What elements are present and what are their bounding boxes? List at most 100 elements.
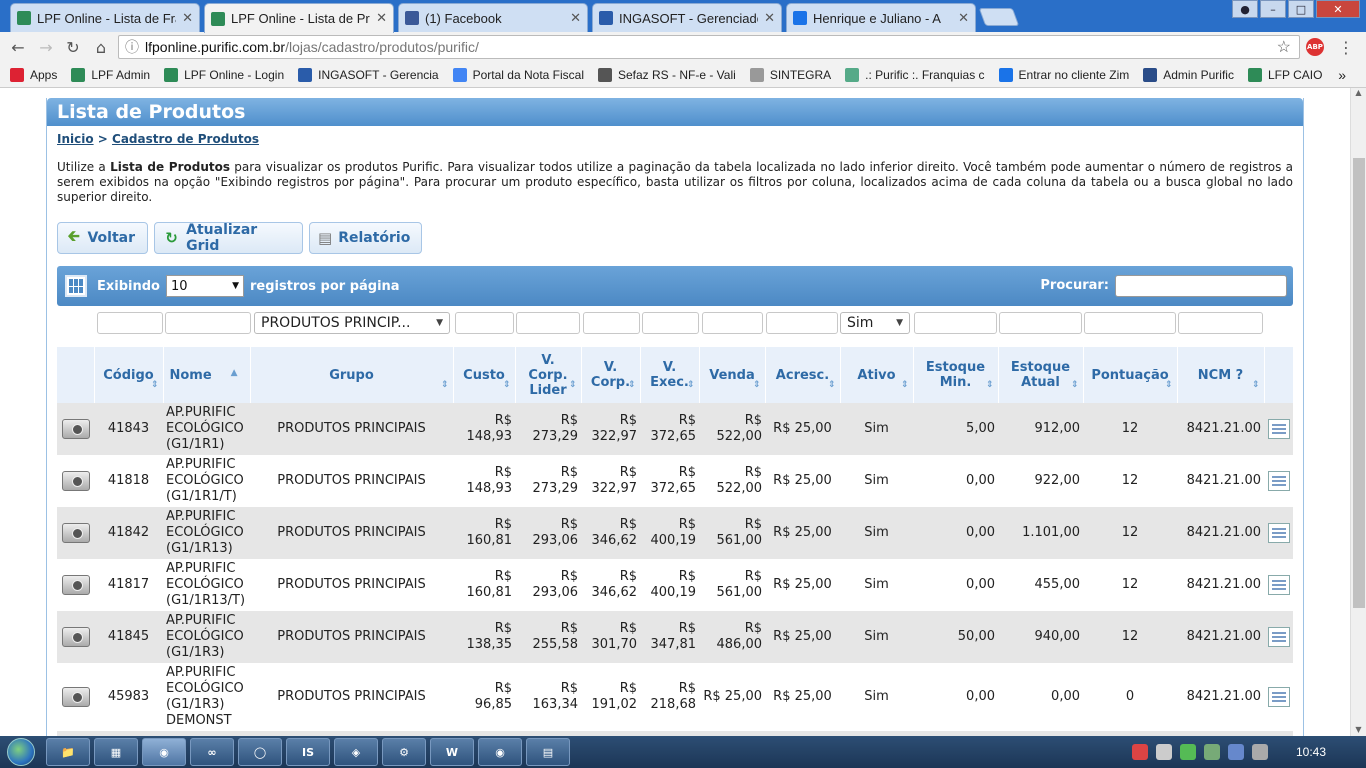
bookmark-item[interactable]: .: Purific :. Franquias c: [845, 67, 985, 82]
filter-vcorp-lider[interactable]: [516, 312, 580, 334]
bookmark-item[interactable]: LPF Online - Login: [164, 67, 284, 82]
report-button[interactable]: ▤ Relatório: [309, 222, 422, 254]
adblock-icon[interactable]: ABP: [1306, 38, 1324, 56]
filter-ativo-select[interactable]: Sim ▼: [840, 312, 910, 334]
user-icon[interactable]: ●: [1232, 0, 1258, 18]
product-image-icon[interactable]: [61, 419, 90, 439]
taskbar-app-7[interactable]: ◈: [334, 738, 378, 766]
product-image-icon[interactable]: [61, 523, 90, 543]
bookmark-item[interactable]: Portal da Nota Fiscal: [452, 67, 584, 82]
taskbar-chrome[interactable]: ◉: [142, 738, 186, 766]
col-pontuacao[interactable]: Pontuação ⇕: [1083, 347, 1178, 403]
col-ncm[interactable]: NCM ? ⇕: [1177, 347, 1265, 403]
new-tab-button[interactable]: [978, 8, 1020, 26]
filter-estoque-min[interactable]: [914, 312, 997, 334]
start-button[interactable]: [0, 736, 42, 768]
col-vcorp[interactable]: V. Corp. ⇕: [581, 347, 641, 403]
scroll-down-arrow-icon[interactable]: ▼: [1351, 725, 1366, 734]
table-row[interactable]: 41842 AP.PURIFIC ECOLÓGICO (G1/1R13) PRODU…: [57, 507, 1293, 559]
tab-3[interactable]: (1) Facebook ✕: [398, 3, 588, 32]
bookmark-item[interactable]: LPF Admin: [71, 67, 150, 82]
tab-close-icon[interactable]: ✕: [376, 11, 387, 26]
details-icon[interactable]: [1267, 523, 1290, 543]
details-icon[interactable]: [1267, 419, 1290, 439]
filter-venda[interactable]: [702, 312, 763, 334]
tray-icon-5[interactable]: [1227, 744, 1244, 760]
back-arrow-icon[interactable]: ←: [8, 37, 28, 57]
bookmark-star-icon[interactable]: ☆: [1277, 37, 1291, 57]
product-image-icon[interactable]: [61, 471, 90, 491]
taskbar-app-4[interactable]: ∞: [190, 738, 234, 766]
breadcrumb-current-link[interactable]: Cadastro de Produtos: [112, 132, 259, 146]
table-row[interactable]: 41818 AP.PURIFIC ECOLÓGICO (G1/1R1/T) PROD…: [57, 455, 1293, 507]
filter-custo[interactable]: [455, 312, 514, 334]
tray-icon-2[interactable]: [1155, 744, 1172, 760]
breadcrumb-home-link[interactable]: Inicio: [57, 132, 94, 146]
minimize-button[interactable]: –: [1260, 0, 1286, 18]
tray-icon-4[interactable]: [1203, 744, 1220, 760]
taskbar-app-2[interactable]: ▦: [94, 738, 138, 766]
refresh-grid-button[interactable]: ↻ Atualizar Grid: [154, 222, 303, 254]
taskbar-app-5[interactable]: ◯: [238, 738, 282, 766]
filter-pontuacao[interactable]: [1084, 312, 1176, 334]
bookmarks-more-icon[interactable]: »: [1338, 67, 1346, 83]
bookmark-item[interactable]: Sefaz RS - NF-e - Vali: [598, 67, 736, 82]
col-vcorp-lider[interactable]: V. Corp. Lider ⇕: [515, 347, 582, 403]
filter-ncm[interactable]: [1178, 312, 1263, 334]
tray-icon-1[interactable]: [1131, 744, 1148, 760]
tray-icon-3[interactable]: [1179, 744, 1196, 760]
col-vexec[interactable]: V. Exec. ⇕: [640, 347, 700, 403]
filter-vexec[interactable]: [642, 312, 699, 334]
bookmark-item[interactable]: Admin Purific: [1143, 67, 1234, 82]
table-row[interactable]: 41845 AP.PURIFIC ECOLÓGICO (G1/1R3) PRODUT…: [57, 611, 1293, 663]
col-estoque-min[interactable]: Estoque Min. ⇕: [913, 347, 999, 403]
details-icon[interactable]: [1267, 575, 1290, 595]
col-nome[interactable]: Nome ▲: [163, 347, 251, 403]
col-grupo[interactable]: Grupo ⇕: [250, 347, 454, 403]
reload-icon[interactable]: ↻: [63, 37, 83, 57]
col-acresc[interactable]: Acresc. ⇕: [765, 347, 841, 403]
tab-2[interactable]: LPF Online - Lista de Prod ✕: [204, 3, 394, 33]
bookmark-item[interactable]: Apps: [10, 67, 57, 82]
product-image-icon[interactable]: [61, 627, 90, 647]
volume-icon[interactable]: [1251, 744, 1268, 760]
col-estoque-atual[interactable]: Estoque Atual ⇕: [998, 347, 1084, 403]
tab-5[interactable]: Henrique e Juliano - A ✕: [786, 3, 976, 32]
forward-arrow-icon[interactable]: →: [36, 37, 56, 57]
filter-nome[interactable]: [165, 312, 251, 334]
maximize-button[interactable]: □: [1288, 0, 1314, 18]
details-icon[interactable]: [1267, 471, 1290, 491]
product-image-icon[interactable]: [61, 687, 90, 707]
table-row[interactable]: 41817 AP.PURIFIC ECOLÓGICO (G1/1R13/T) PRO…: [57, 559, 1293, 611]
product-image-icon[interactable]: [61, 575, 90, 595]
bookmark-item[interactable]: Entrar no cliente Zim: [998, 67, 1129, 82]
home-icon[interactable]: ⌂: [91, 37, 111, 57]
page-scrollbar[interactable]: ▲ ▼: [1350, 88, 1366, 736]
tab-close-icon[interactable]: ✕: [764, 11, 775, 26]
bookmark-item[interactable]: LFP CAIO: [1247, 67, 1322, 82]
scrollbar-thumb[interactable]: [1353, 158, 1365, 608]
taskbar-notepad[interactable]: ▤: [526, 738, 570, 766]
col-venda[interactable]: Venda ⇕: [699, 347, 766, 403]
taskbar-app-10[interactable]: ◉: [478, 738, 522, 766]
taskbar-ingasoft[interactable]: IS: [286, 738, 330, 766]
table-row[interactable]: 41843 AP.PURIFIC ECOLÓGICO (G1/1R1) PRODUT…: [57, 403, 1293, 455]
filter-grupo-select[interactable]: PRODUTOS PRINCIP... ▼: [254, 312, 450, 334]
taskbar-explorer[interactable]: 📁: [46, 738, 90, 766]
clock[interactable]: 10:43: [1296, 745, 1326, 759]
menu-icon[interactable]: ⋮: [1338, 38, 1354, 57]
tab-4[interactable]: INGASOFT - Gerenciador ✕: [592, 3, 782, 32]
per-page-select[interactable]: 10 ▼: [165, 275, 244, 297]
search-input[interactable]: [1115, 275, 1287, 297]
col-custo[interactable]: Custo ⇕: [453, 347, 516, 403]
bookmark-item[interactable]: INGASOFT - Gerencia: [298, 67, 439, 82]
address-bar[interactable]: ⓘ lfponline.purific.com.br/lojas/cadastr…: [118, 35, 1300, 59]
close-window-button[interactable]: ✕: [1316, 0, 1360, 18]
filter-vcorp[interactable]: [583, 312, 640, 334]
tab-close-icon[interactable]: ✕: [958, 11, 969, 26]
col-codigo[interactable]: Código ⇕: [94, 347, 164, 403]
col-ativo[interactable]: Ativo ⇕: [840, 347, 914, 403]
filter-acresc[interactable]: [766, 312, 838, 334]
details-icon[interactable]: [1267, 627, 1290, 647]
table-row[interactable]: 45983 AP.PURIFIC ECOLÓGICO (G1/1R3) DEMON…: [57, 663, 1293, 731]
